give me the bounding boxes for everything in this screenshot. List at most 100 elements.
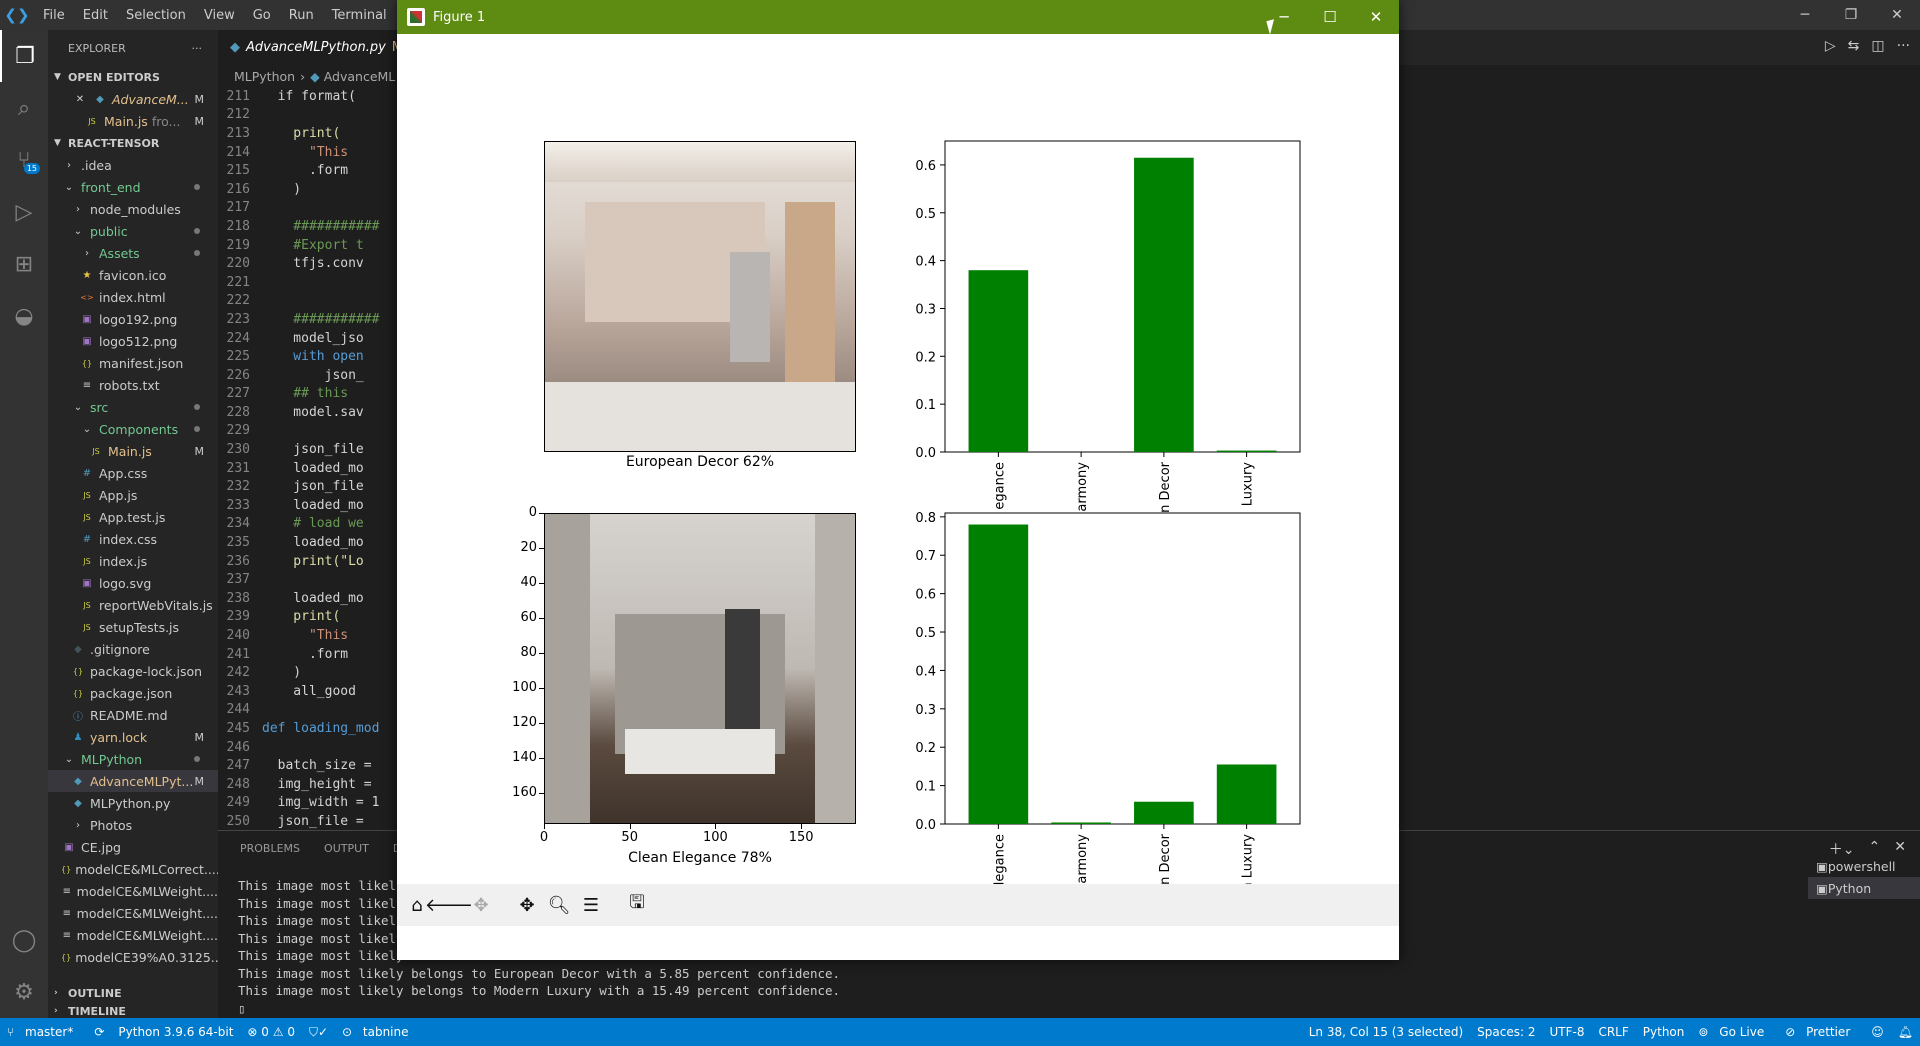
tree-item[interactable]: ≡ robots.txt bbox=[48, 374, 218, 396]
restore-icon[interactable]: ❐ bbox=[1828, 0, 1874, 30]
back-arrow-icon[interactable]: 🡐 bbox=[425, 891, 473, 919]
code-line[interactable]: 214 "This bbox=[218, 143, 398, 162]
code-line[interactable]: 230 json_file bbox=[218, 440, 398, 459]
account-icon[interactable]: ◯ bbox=[0, 914, 48, 966]
tree-item[interactable]: ≡ modelCE&MLWeight.... bbox=[48, 902, 218, 924]
code-line[interactable]: 222 bbox=[218, 292, 398, 311]
close-icon[interactable]: ✕ bbox=[1874, 0, 1920, 30]
tree-item[interactable]: ▣ logo.svg bbox=[48, 572, 218, 594]
code-line[interactable]: 217 bbox=[218, 199, 398, 218]
project-section[interactable]: ▼ REACT-TENSOR bbox=[48, 132, 218, 154]
more-actions-icon[interactable]: ··· bbox=[192, 42, 203, 55]
code-line[interactable]: 229 bbox=[218, 422, 398, 441]
code-line[interactable]: 220 tfjs.conv bbox=[218, 254, 398, 273]
menu-selection[interactable]: Selection bbox=[117, 8, 195, 23]
go-live-button[interactable]: ⊚ Go Live bbox=[1691, 1025, 1778, 1039]
code-line[interactable]: 234 # load we bbox=[218, 515, 398, 534]
code-line[interactable]: 227 ## this bbox=[218, 385, 398, 404]
tree-item[interactable]: ⌄ public bbox=[48, 220, 218, 242]
python-interpreter[interactable]: Python 3.9.6 64-bit bbox=[111, 1025, 240, 1039]
menu-terminal[interactable]: Terminal bbox=[323, 8, 396, 23]
close-icon[interactable]: ✕ bbox=[72, 94, 88, 105]
tree-item[interactable]: JS App.test.js bbox=[48, 506, 218, 528]
code-line[interactable]: 218 ########### bbox=[218, 217, 398, 236]
tree-item[interactable]: # App.css bbox=[48, 462, 218, 484]
tree-item[interactable]: ⌄ src bbox=[48, 396, 218, 418]
code-line[interactable]: 213 print( bbox=[218, 124, 398, 143]
live-share-icon[interactable]: ⛉✓ bbox=[302, 1025, 335, 1040]
configure-subplots-icon[interactable]: ☰ bbox=[577, 891, 605, 919]
tree-item[interactable]: JS App.js bbox=[48, 484, 218, 506]
problems-count[interactable]: ⊗ 0 ⚠ 0 bbox=[240, 1025, 302, 1039]
tree-item[interactable]: › node_modules bbox=[48, 198, 218, 220]
code-line[interactable]: 249 img_width = 1 bbox=[218, 794, 398, 813]
code-line[interactable]: 239 print( bbox=[218, 608, 398, 627]
tree-item[interactable]: ⓘ README.md bbox=[48, 704, 218, 726]
code-line[interactable]: 233 loaded_mo bbox=[218, 496, 398, 515]
tree-item[interactable]: JS Main.js M bbox=[48, 440, 218, 462]
tree-item[interactable]: › .idea bbox=[48, 154, 218, 176]
save-figure-icon[interactable]: 🖫 bbox=[623, 891, 651, 919]
tree-item[interactable]: JS index.js bbox=[48, 550, 218, 572]
source-control-icon[interactable]: ⑂ 15 bbox=[0, 134, 48, 186]
code-line[interactable]: 231 loaded_mo bbox=[218, 459, 398, 478]
menu-edit[interactable]: Edit bbox=[74, 8, 117, 23]
zoom-icon[interactable]: 🔍︎ bbox=[545, 891, 573, 919]
breadcrumb-file[interactable]: AdvanceML bbox=[324, 69, 396, 84]
tree-item[interactable]: ◆ AdvanceMLPyt... M bbox=[48, 770, 218, 792]
sync-icon[interactable]: ⟳ bbox=[87, 1025, 111, 1039]
line-endings[interactable]: CRLF bbox=[1591, 1025, 1635, 1039]
code-line[interactable]: 238 loaded_mo bbox=[218, 589, 398, 608]
tree-item[interactable]: ⌄ Components bbox=[48, 418, 218, 440]
timeline-section[interactable]: › TIMELINE bbox=[48, 1000, 218, 1018]
code-line[interactable]: 235 loaded_mo bbox=[218, 533, 398, 552]
pan-icon[interactable]: ✥ bbox=[513, 891, 541, 919]
menu-run[interactable]: Run bbox=[280, 8, 323, 23]
tree-item[interactable]: ⌄ MLPython bbox=[48, 748, 218, 770]
feedback-icon[interactable]: ☺ bbox=[1864, 1025, 1891, 1039]
tree-item[interactable]: ≡ modelCE&MLWeight.... bbox=[48, 880, 218, 902]
notifications-bell-icon[interactable]: 🔔︎ bbox=[1891, 1025, 1920, 1039]
tree-item[interactable]: › Assets bbox=[48, 242, 218, 264]
code-line[interactable]: 236 print("Lo bbox=[218, 552, 398, 571]
language-mode[interactable]: Python bbox=[1636, 1025, 1692, 1039]
menu-file[interactable]: File bbox=[34, 8, 74, 23]
code-line[interactable]: 211 if format( bbox=[218, 87, 398, 106]
code-line[interactable]: 244 bbox=[218, 701, 398, 720]
run-debug-icon[interactable]: ▷ bbox=[0, 186, 48, 238]
code-line[interactable]: 250 json_file = bbox=[218, 812, 398, 831]
prettier-status[interactable]: ⊘ Prettier bbox=[1778, 1025, 1864, 1039]
open-editor-item[interactable]: JS Main.js fro... M bbox=[48, 110, 218, 132]
tree-item[interactable]: ⌄ front_end bbox=[48, 176, 218, 198]
tree-item[interactable]: JS reportWebVitals.js bbox=[48, 594, 218, 616]
panel-tab-problems[interactable]: PROBLEMS bbox=[240, 842, 300, 855]
code-line[interactable]: 245 def loading_mod bbox=[218, 719, 398, 738]
tree-item[interactable]: {} manifest.json bbox=[48, 352, 218, 374]
code-line[interactable]: 240 "This bbox=[218, 626, 398, 645]
code-line[interactable]: 219 #Export t bbox=[218, 236, 398, 255]
code-line[interactable]: 243 all_good bbox=[218, 682, 398, 701]
code-line[interactable]: 237 bbox=[218, 570, 398, 589]
tree-item[interactable]: ▣ logo192.png bbox=[48, 308, 218, 330]
compare-icon[interactable]: ⇆ bbox=[1848, 38, 1860, 54]
tree-item[interactable]: ▣ CE.jpg bbox=[48, 836, 218, 858]
split-editor-icon[interactable]: ◫ bbox=[1871, 38, 1884, 54]
tree-item[interactable]: <> index.html bbox=[48, 286, 218, 308]
minimize-icon[interactable]: ─ bbox=[1782, 0, 1828, 30]
open-editor-item[interactable]: ✕ ◆ AdvanceM... M bbox=[48, 88, 218, 110]
terminal-cursor[interactable]: ▯ bbox=[238, 1000, 840, 1018]
code-line[interactable]: 232 json_file bbox=[218, 477, 398, 496]
tree-item[interactable]: ◆ .gitignore bbox=[48, 638, 218, 660]
tree-item[interactable]: JS setupTests.js bbox=[48, 616, 218, 638]
code-line[interactable]: 241 .form bbox=[218, 645, 398, 664]
docker-icon[interactable]: ◒ bbox=[0, 290, 48, 342]
menu-view[interactable]: View bbox=[195, 8, 244, 23]
tree-item[interactable]: {} modelCE39%A0.3125.... bbox=[48, 946, 218, 968]
code-line[interactable]: 212 bbox=[218, 106, 398, 125]
tree-item[interactable]: # index.css bbox=[48, 528, 218, 550]
code-line[interactable]: 247 batch_size = bbox=[218, 756, 398, 775]
code-line[interactable]: 215 .form bbox=[218, 161, 398, 180]
figure-titlebar[interactable]: Figure 1 ─ ☐ ✕ bbox=[397, 0, 1399, 34]
tree-item[interactable]: {} package.json bbox=[48, 682, 218, 704]
breadcrumb-folder[interactable]: MLPython bbox=[234, 69, 295, 84]
